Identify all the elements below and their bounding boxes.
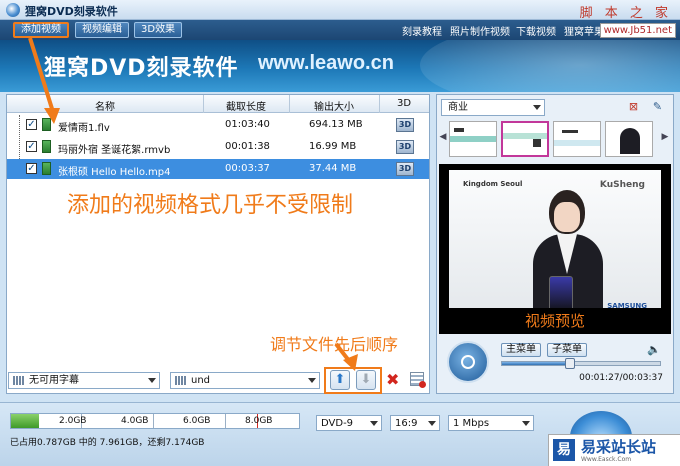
seek-handle[interactable] (564, 358, 575, 369)
move-up-button[interactable]: ⬆ (330, 370, 350, 390)
capacity-tick (225, 414, 226, 428)
bitrate-value: 1 Mbps (453, 418, 490, 429)
video-preview: Kingdom Seoul KuSheng SAMSUNG 视频预览 (439, 164, 671, 334)
preview-logo-left: Kingdom Seoul (463, 180, 523, 188)
theme-select[interactable]: 商业 (441, 99, 545, 116)
template-thumb[interactable] (605, 121, 653, 157)
bitrate-select[interactable]: 1 Mbps (448, 415, 534, 431)
template-thumb-selected[interactable] (501, 121, 549, 157)
thumb-stripe (450, 136, 496, 142)
theme-value: 商业 (448, 102, 468, 113)
audio-track-icon (175, 376, 186, 385)
arrow-down-icon: ⬇ (360, 372, 372, 387)
time-readout: 00:01:27/00:03:37 (579, 373, 663, 383)
footer-brand-url: Www.Easck.Com (581, 456, 632, 463)
arrow-up-icon: ⬆ (334, 372, 346, 387)
menu-preview-panel: 商业 ⊠ ✎ ◀ ▶ Kingdom Seoul KuSheng SAMSUNG… (436, 94, 674, 394)
delete-button[interactable]: ✖ (386, 370, 399, 390)
thumb-block (533, 139, 541, 147)
template-thumbnails: ◀ ▶ (439, 119, 671, 159)
capacity-tick (153, 414, 154, 428)
footer-logo-icon: 易 (553, 439, 575, 461)
thumb-block (454, 128, 464, 132)
order-annotation: 调节文件先后顺序 (270, 335, 399, 354)
chevron-down-icon (428, 421, 436, 426)
chevron-down-icon (308, 378, 316, 383)
arrow-head (44, 108, 60, 124)
volume-icon[interactable]: 🔈 (647, 343, 661, 356)
disc-type-select[interactable]: DVD-9 (316, 415, 382, 431)
thumb-figure (620, 128, 640, 154)
preview-logo-right: KuSheng (599, 180, 645, 190)
chevron-down-icon (148, 378, 156, 383)
seek-bar[interactable] (501, 358, 661, 369)
subtitle-select[interactable]: 无可用字幕 (8, 372, 160, 389)
chevron-down-icon (533, 105, 541, 110)
disc-type-value: DVD-9 (321, 418, 354, 429)
edit-icon[interactable]: ✎ (651, 101, 664, 113)
capacity-tick-label: 8.0GB (245, 416, 273, 426)
thumb-stripe (554, 140, 600, 146)
audio-value: und (191, 375, 211, 386)
scroll-left-icon[interactable]: ◀ (439, 129, 447, 145)
capacity-tick-label: 2.0GB (59, 416, 87, 426)
subtitle-icon (13, 376, 24, 385)
capacity-summary: 已占用0.787GB 中的 7.961GB，还剩7.174GB (10, 438, 205, 448)
menu-navigation-dpad[interactable] (447, 341, 489, 383)
seek-progress (502, 362, 570, 365)
clear-list-button[interactable] (410, 372, 426, 388)
no-menu-icon[interactable]: ⊠ (627, 101, 640, 113)
footer-brand-name: 易采站长站 (581, 438, 657, 456)
preview-controls: 主菜单 子菜单 🔈 00:01:27/00:03:37 (439, 339, 671, 389)
template-thumb[interactable] (449, 121, 497, 157)
chevron-down-icon (370, 421, 378, 426)
preview-annotation: 视频预览 (524, 312, 585, 330)
thumb-block (562, 130, 578, 133)
main-menu-tab[interactable]: 主菜单 (501, 343, 541, 357)
sub-menu-tab[interactable]: 子菜单 (547, 343, 587, 357)
arrow-add-video (28, 37, 55, 113)
preview-frame: Kingdom Seoul KuSheng SAMSUNG (449, 170, 661, 324)
subtitle-value: 无可用字幕 (29, 375, 79, 386)
chevron-down-icon (522, 421, 530, 426)
capacity-tick-label: 6.0GB (183, 416, 211, 426)
person-face (554, 202, 580, 232)
scroll-right-icon[interactable]: ▶ (661, 129, 669, 145)
aspect-ratio-select[interactable]: 16:9 (390, 415, 440, 431)
capacity-used-fill (11, 414, 40, 428)
capacity-tick-label: 4.0GB (121, 416, 149, 426)
audio-select[interactable]: und (170, 372, 320, 389)
aspect-ratio-value: 16:9 (395, 418, 418, 429)
template-thumb[interactable] (553, 121, 601, 157)
move-down-button[interactable]: ⬇ (356, 370, 376, 390)
disc-capacity-bar: 2.0GB 4.0GB 6.0GB 8.0GB (10, 413, 300, 429)
footer-brand: 易 易采站长站 Www.Easck.Com (548, 434, 680, 466)
preview-person (527, 190, 607, 314)
dpad-center-icon (461, 355, 475, 369)
